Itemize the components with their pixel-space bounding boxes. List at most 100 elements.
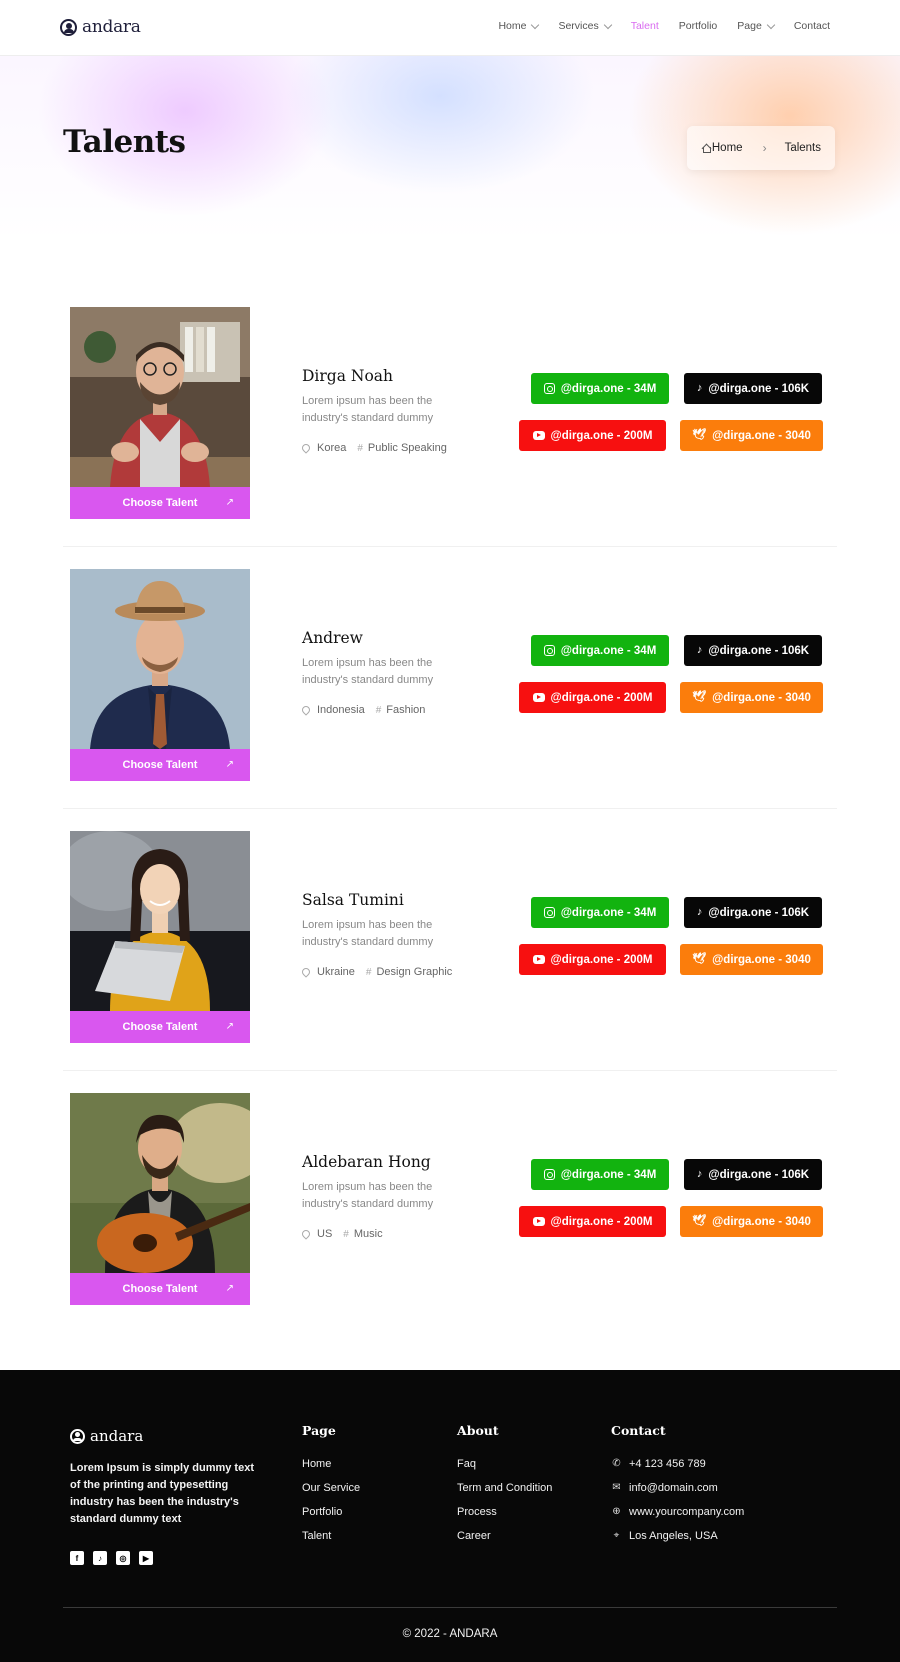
footer-link-portfolio[interactable]: Portfolio bbox=[302, 1500, 360, 1524]
talent-meta: US # Music bbox=[300, 1228, 383, 1240]
tiktok-handle: @dirga.one - 106K bbox=[708, 644, 810, 657]
main-nav: Home Services Talent Portfolio Page Cont… bbox=[498, 20, 830, 32]
nav-services-label: Services bbox=[558, 20, 599, 32]
contact-address-text: Los Angeles, USA bbox=[629, 1530, 718, 1542]
location-pin-icon bbox=[300, 442, 312, 454]
nav-contact[interactable]: Contact bbox=[794, 20, 830, 32]
footer-link-talent[interactable]: Talent bbox=[302, 1524, 360, 1548]
tiktok-badge[interactable]: ♪ @dirga.one - 106K bbox=[684, 897, 822, 928]
hash-icon: # bbox=[357, 442, 363, 454]
talent-location: Indonesia bbox=[317, 704, 365, 716]
instagram-icon bbox=[543, 907, 555, 918]
instagram-badge[interactable]: @dirga.one - 34M bbox=[531, 897, 669, 928]
talent-card: Choose Talent ↗ Andrew Lorem ipsum has b… bbox=[63, 569, 837, 809]
instagram-handle: @dirga.one - 34M bbox=[560, 1168, 657, 1181]
talent-photo bbox=[70, 307, 250, 487]
location-pin-icon: ⌖ bbox=[613, 1530, 620, 1541]
youtube-badge[interactable]: @dirga.one - 200M bbox=[519, 420, 666, 451]
twitter-icon: 🕊 bbox=[692, 1215, 707, 1227]
footer-contact-title: Contact bbox=[611, 1423, 666, 1438]
footer-social-links: f ♪ ◎ ▶ bbox=[70, 1551, 153, 1565]
instagram-badge[interactable]: @dirga.one - 34M bbox=[531, 635, 669, 666]
tiktok-badge[interactable]: ♪ @dirga.one - 106K bbox=[684, 373, 822, 404]
instagram-badge[interactable]: @dirga.one - 34M bbox=[531, 1159, 669, 1190]
talent-name: Andrew bbox=[302, 629, 363, 647]
nav-home-label: Home bbox=[498, 20, 527, 32]
tiktok-badge[interactable]: ♪ @dirga.one - 106K bbox=[684, 1159, 822, 1190]
talent-photo-wrap: Choose Talent ↗ bbox=[70, 569, 250, 781]
footer-link-process[interactable]: Process bbox=[457, 1500, 552, 1524]
nav-portfolio[interactable]: Portfolio bbox=[679, 20, 718, 32]
footer-link-terms[interactable]: Term and Condition bbox=[457, 1476, 552, 1500]
choose-talent-button[interactable]: Choose Talent ↗ bbox=[70, 487, 250, 519]
site-footer: andara Lorem Ipsum is simply dummy text … bbox=[0, 1370, 900, 1662]
twitter-handle: @dirga.one - 3040 bbox=[712, 953, 811, 966]
site-header: andara Home Services Talent Portfolio Pa… bbox=[0, 0, 900, 56]
choose-talent-button[interactable]: Choose Talent ↗ bbox=[70, 1011, 250, 1043]
logo-text: andara bbox=[82, 17, 141, 37]
twitter-badge[interactable]: 🕊 @dirga.one - 3040 bbox=[680, 944, 823, 975]
twitter-handle: @dirga.one - 3040 bbox=[712, 691, 811, 704]
arrow-up-right-icon: ↗ bbox=[225, 1021, 234, 1032]
nav-talent[interactable]: Talent bbox=[631, 20, 659, 32]
contact-website-text: www.yourcompany.com bbox=[629, 1506, 745, 1518]
footer-page-title: Page bbox=[302, 1423, 336, 1438]
talent-card: Choose Talent ↗ Salsa Tumini Lorem ipsum… bbox=[63, 831, 837, 1071]
tiktok-handle: @dirga.one - 106K bbox=[708, 1168, 810, 1181]
footer-about-text: Lorem Ipsum is simply dummy text of the … bbox=[70, 1462, 254, 1525]
tiktok-icon[interactable]: ♪ bbox=[93, 1551, 107, 1565]
location-pin-icon bbox=[300, 966, 312, 978]
twitter-badge[interactable]: 🕊 @dirga.one - 3040 bbox=[680, 682, 823, 713]
arrow-up-right-icon: ↗ bbox=[225, 497, 234, 508]
talent-card: Choose Talent ↗ Dirga Noah Lorem ipsum h… bbox=[63, 307, 837, 547]
mail-icon: ✉ bbox=[612, 1482, 621, 1493]
talent-description: Lorem ipsum has been the industry's stan… bbox=[302, 657, 434, 686]
youtube-badge[interactable]: @dirga.one - 200M bbox=[519, 682, 666, 713]
hero-banner: Talents Home › Talents bbox=[0, 56, 900, 241]
talent-category: Design Graphic bbox=[376, 966, 453, 978]
contact-website[interactable]: ⊕ www.yourcompany.com bbox=[611, 1500, 744, 1524]
nav-portfolio-label: Portfolio bbox=[678, 20, 718, 32]
globe-icon: ⊕ bbox=[612, 1506, 621, 1517]
tiktok-handle: @dirga.one - 106K bbox=[708, 382, 810, 395]
contact-email[interactable]: ✉ info@domain.com bbox=[611, 1476, 744, 1500]
instagram-handle: @dirga.one - 34M bbox=[560, 644, 657, 657]
instagram-badge[interactable]: @dirga.one - 34M bbox=[531, 373, 669, 404]
instagram-icon bbox=[543, 1169, 555, 1180]
youtube-icon[interactable]: ▶ bbox=[139, 1551, 153, 1565]
tiktok-badge[interactable]: ♪ @dirga.one - 106K bbox=[684, 635, 822, 666]
footer-link-faq[interactable]: Faq bbox=[457, 1452, 552, 1476]
nav-talent-label: Talent bbox=[630, 20, 659, 32]
chevron-down-icon bbox=[603, 20, 612, 29]
facebook-icon[interactable]: f bbox=[70, 1551, 84, 1565]
instagram-icon[interactable]: ◎ bbox=[116, 1551, 130, 1565]
footer-link-home[interactable]: Home bbox=[302, 1452, 360, 1476]
talent-photo bbox=[70, 1093, 250, 1273]
youtube-badge[interactable]: @dirga.one - 200M bbox=[519, 944, 666, 975]
chevron-down-icon bbox=[531, 20, 540, 29]
logo[interactable]: andara bbox=[60, 17, 141, 37]
twitter-badge[interactable]: 🕊 @dirga.one - 3040 bbox=[680, 420, 823, 451]
nav-services[interactable]: Services bbox=[558, 20, 612, 32]
choose-talent-button[interactable]: Choose Talent ↗ bbox=[70, 749, 250, 781]
contact-phone[interactable]: ✆ +4 123 456 789 bbox=[611, 1452, 744, 1476]
youtube-icon bbox=[532, 431, 545, 440]
talent-description: Lorem ipsum has been the industry's stan… bbox=[302, 395, 434, 424]
location-pin-icon bbox=[300, 1228, 312, 1240]
instagram-handle: @dirga.one - 34M bbox=[560, 382, 657, 395]
breadcrumb-home[interactable]: Home bbox=[712, 142, 743, 154]
choose-talent-button[interactable]: Choose Talent ↗ bbox=[70, 1273, 250, 1305]
footer-link-our-service[interactable]: Our Service bbox=[302, 1476, 360, 1500]
twitter-badge[interactable]: 🕊 @dirga.one - 3040 bbox=[680, 1206, 823, 1237]
hash-icon: # bbox=[375, 704, 382, 716]
nav-page[interactable]: Page bbox=[737, 20, 776, 32]
twitter-handle: @dirga.one - 3040 bbox=[712, 1215, 811, 1228]
youtube-badge[interactable]: @dirga.one - 200M bbox=[519, 1206, 666, 1237]
footer-logo[interactable]: andara bbox=[70, 1427, 143, 1445]
footer-link-career[interactable]: Career bbox=[457, 1524, 552, 1548]
twitter-icon: 🕊 bbox=[692, 429, 707, 441]
talent-category: Music bbox=[353, 1228, 383, 1240]
talent-meta: Korea # Public Speaking bbox=[300, 442, 447, 454]
choose-talent-label: Choose Talent bbox=[122, 1021, 198, 1033]
nav-home[interactable]: Home bbox=[498, 20, 540, 32]
